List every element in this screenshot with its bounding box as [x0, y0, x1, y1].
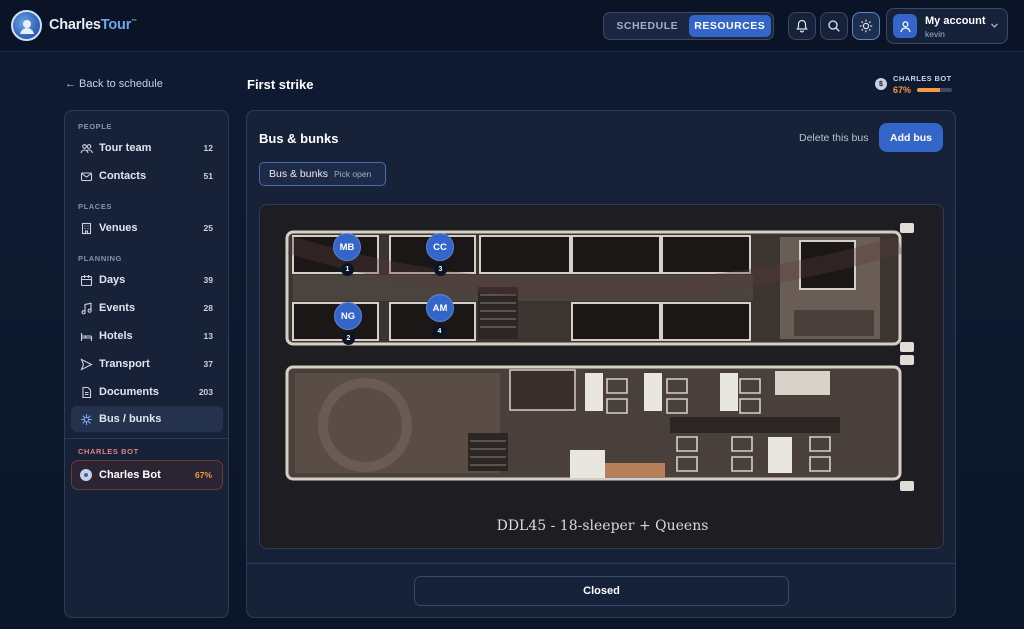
search-button[interactable] [820, 12, 848, 40]
bunk-number-4: 4 [433, 325, 446, 338]
building-icon [79, 221, 93, 235]
sidebar-divider [65, 438, 228, 439]
document-icon [79, 385, 93, 399]
bot-status-percent: 67% [893, 85, 912, 95]
bed-icon [79, 329, 93, 343]
bunk-avatar-4[interactable]: AM [426, 294, 454, 322]
panel-title: Bus & bunks [259, 131, 339, 146]
bot-progress-bar [917, 88, 952, 92]
send-icon [79, 357, 93, 371]
sidebar-item-label: Venues [99, 222, 138, 234]
sidebar-item-count: 12 [203, 143, 213, 153]
sidebar-item-days[interactable]: Days 39 [71, 267, 223, 293]
sidebar-item-events[interactable]: Events 28 [71, 295, 223, 321]
bot-status[interactable]: $ CHARLES BOT 67% [875, 73, 975, 97]
bunk-number-3: 3 [434, 263, 447, 276]
sidebar-item-count: 13 [203, 331, 213, 341]
sidebar-item-label: Hotels [99, 330, 133, 342]
bus-chip[interactable]: Bus & bunks Pick open [259, 162, 386, 186]
sidebar-item-label: Days [99, 274, 126, 286]
chevron-down-icon [991, 23, 998, 28]
section-places: PLACES [78, 202, 113, 211]
bus-floor-plan: MB 1 CC 3 NG 2 AM 4 DDL45 - 18-sleeper +… [259, 204, 944, 549]
closed-button[interactable]: Closed [414, 576, 789, 606]
bot-coin-icon [80, 469, 92, 481]
panel-divider [247, 563, 955, 564]
sidebar-item-label: Transport [99, 358, 150, 370]
delete-bus-button[interactable]: Delete this bus [799, 132, 868, 144]
view-switcher: SCHEDULE RESOURCES [603, 12, 774, 40]
tab-resources[interactable]: RESOURCES [688, 15, 771, 37]
sidebar-item-contacts[interactable]: Contacts 51 [71, 163, 223, 189]
account-label: My account [925, 15, 986, 27]
bot-coin-icon: $ [875, 78, 887, 90]
sidebar-item-label: Bus / bunks [99, 413, 162, 425]
mail-icon [79, 169, 93, 183]
brand-tm: ™ [131, 19, 137, 26]
bunk-number-1: 1 [341, 263, 354, 276]
sidebar-item-label: Events [99, 302, 136, 314]
bunk-avatar-3[interactable]: CC [426, 233, 454, 261]
floor-plan-caption: DDL45 - 18-sleeper + Queens [496, 518, 709, 534]
brand-name-part-a: Charles [49, 17, 101, 33]
section-people: PEOPLE [78, 122, 113, 131]
add-bus-button[interactable]: Add bus [879, 123, 943, 152]
sidebar-item-count: 28 [203, 303, 213, 313]
sun-icon [859, 19, 873, 33]
bot-percent: 67% [194, 470, 212, 480]
sidebar-item-hotels[interactable]: Hotels 13 [71, 323, 223, 349]
sidebar: PEOPLE Tour team 12 Contacts 51 PLACES V… [64, 110, 229, 618]
brand-logo-icon[interactable] [11, 10, 42, 41]
sidebar-item-count: 25 [203, 223, 213, 233]
page-title: First strike [247, 77, 314, 92]
music-icon [79, 301, 93, 315]
sidebar-item-count: 37 [203, 359, 213, 369]
sidebar-item-documents[interactable]: Documents 203 [71, 379, 223, 405]
sidebar-item-bus-bunks[interactable]: Bus / bunks [71, 406, 223, 432]
sidebar-item-charles-bot[interactable]: Charles Bot 67% [71, 460, 223, 490]
user-icon [899, 20, 911, 32]
team-icon [79, 141, 93, 155]
bus-chip-label: Bus & bunks [269, 168, 328, 180]
account-menu[interactable]: My account kevin [886, 8, 1008, 44]
brand-name: CharlesTour™ [49, 17, 137, 33]
sidebar-item-tour-team[interactable]: Tour team 12 [71, 135, 223, 161]
sidebar-item-label: Charles Bot [99, 469, 161, 481]
bell-icon [796, 19, 808, 33]
bunk-avatar-2[interactable]: NG [334, 302, 362, 330]
bus-floor-plan-image [285, 223, 914, 491]
avatar [893, 14, 917, 38]
sidebar-item-label: Documents [99, 386, 159, 398]
sidebar-item-label: Tour team [99, 142, 152, 154]
section-planning: PLANNING [78, 254, 122, 263]
bus-chip-sub: Pick open [333, 169, 372, 179]
sidebar-item-label: Contacts [99, 170, 147, 182]
brand-name-part-b: Tour [100, 17, 132, 33]
sidebar-item-count: 51 [203, 171, 213, 181]
bus-panel: Bus & bunks Delete this bus Add bus Bus … [246, 110, 956, 618]
bot-progress-fill [917, 88, 941, 92]
sidebar-item-venues[interactable]: Venues 25 [71, 215, 223, 241]
bot-status-label: CHARLES BOT [893, 74, 952, 83]
search-icon [828, 20, 840, 32]
bunk-number-2: 2 [342, 332, 355, 345]
bus-icon [79, 412, 93, 426]
sidebar-item-transport[interactable]: Transport 37 [71, 351, 223, 377]
sidebar-item-count: 39 [203, 275, 213, 285]
sidebar-item-count: 203 [198, 387, 213, 397]
back-to-schedule-link[interactable]: ← Back to schedule [65, 78, 163, 90]
notifications-button[interactable] [788, 12, 816, 40]
bunk-avatar-1[interactable]: MB [333, 233, 361, 261]
section-charles-bot: CHARLES BOT [78, 447, 139, 456]
calendar-icon [79, 273, 93, 287]
top-bar: CharlesTour™ SCHEDULE RESOURCES My accou… [0, 0, 1024, 52]
theme-toggle-button[interactable] [852, 12, 880, 40]
account-user: kevin [925, 29, 945, 39]
tab-schedule[interactable]: SCHEDULE [606, 15, 689, 37]
